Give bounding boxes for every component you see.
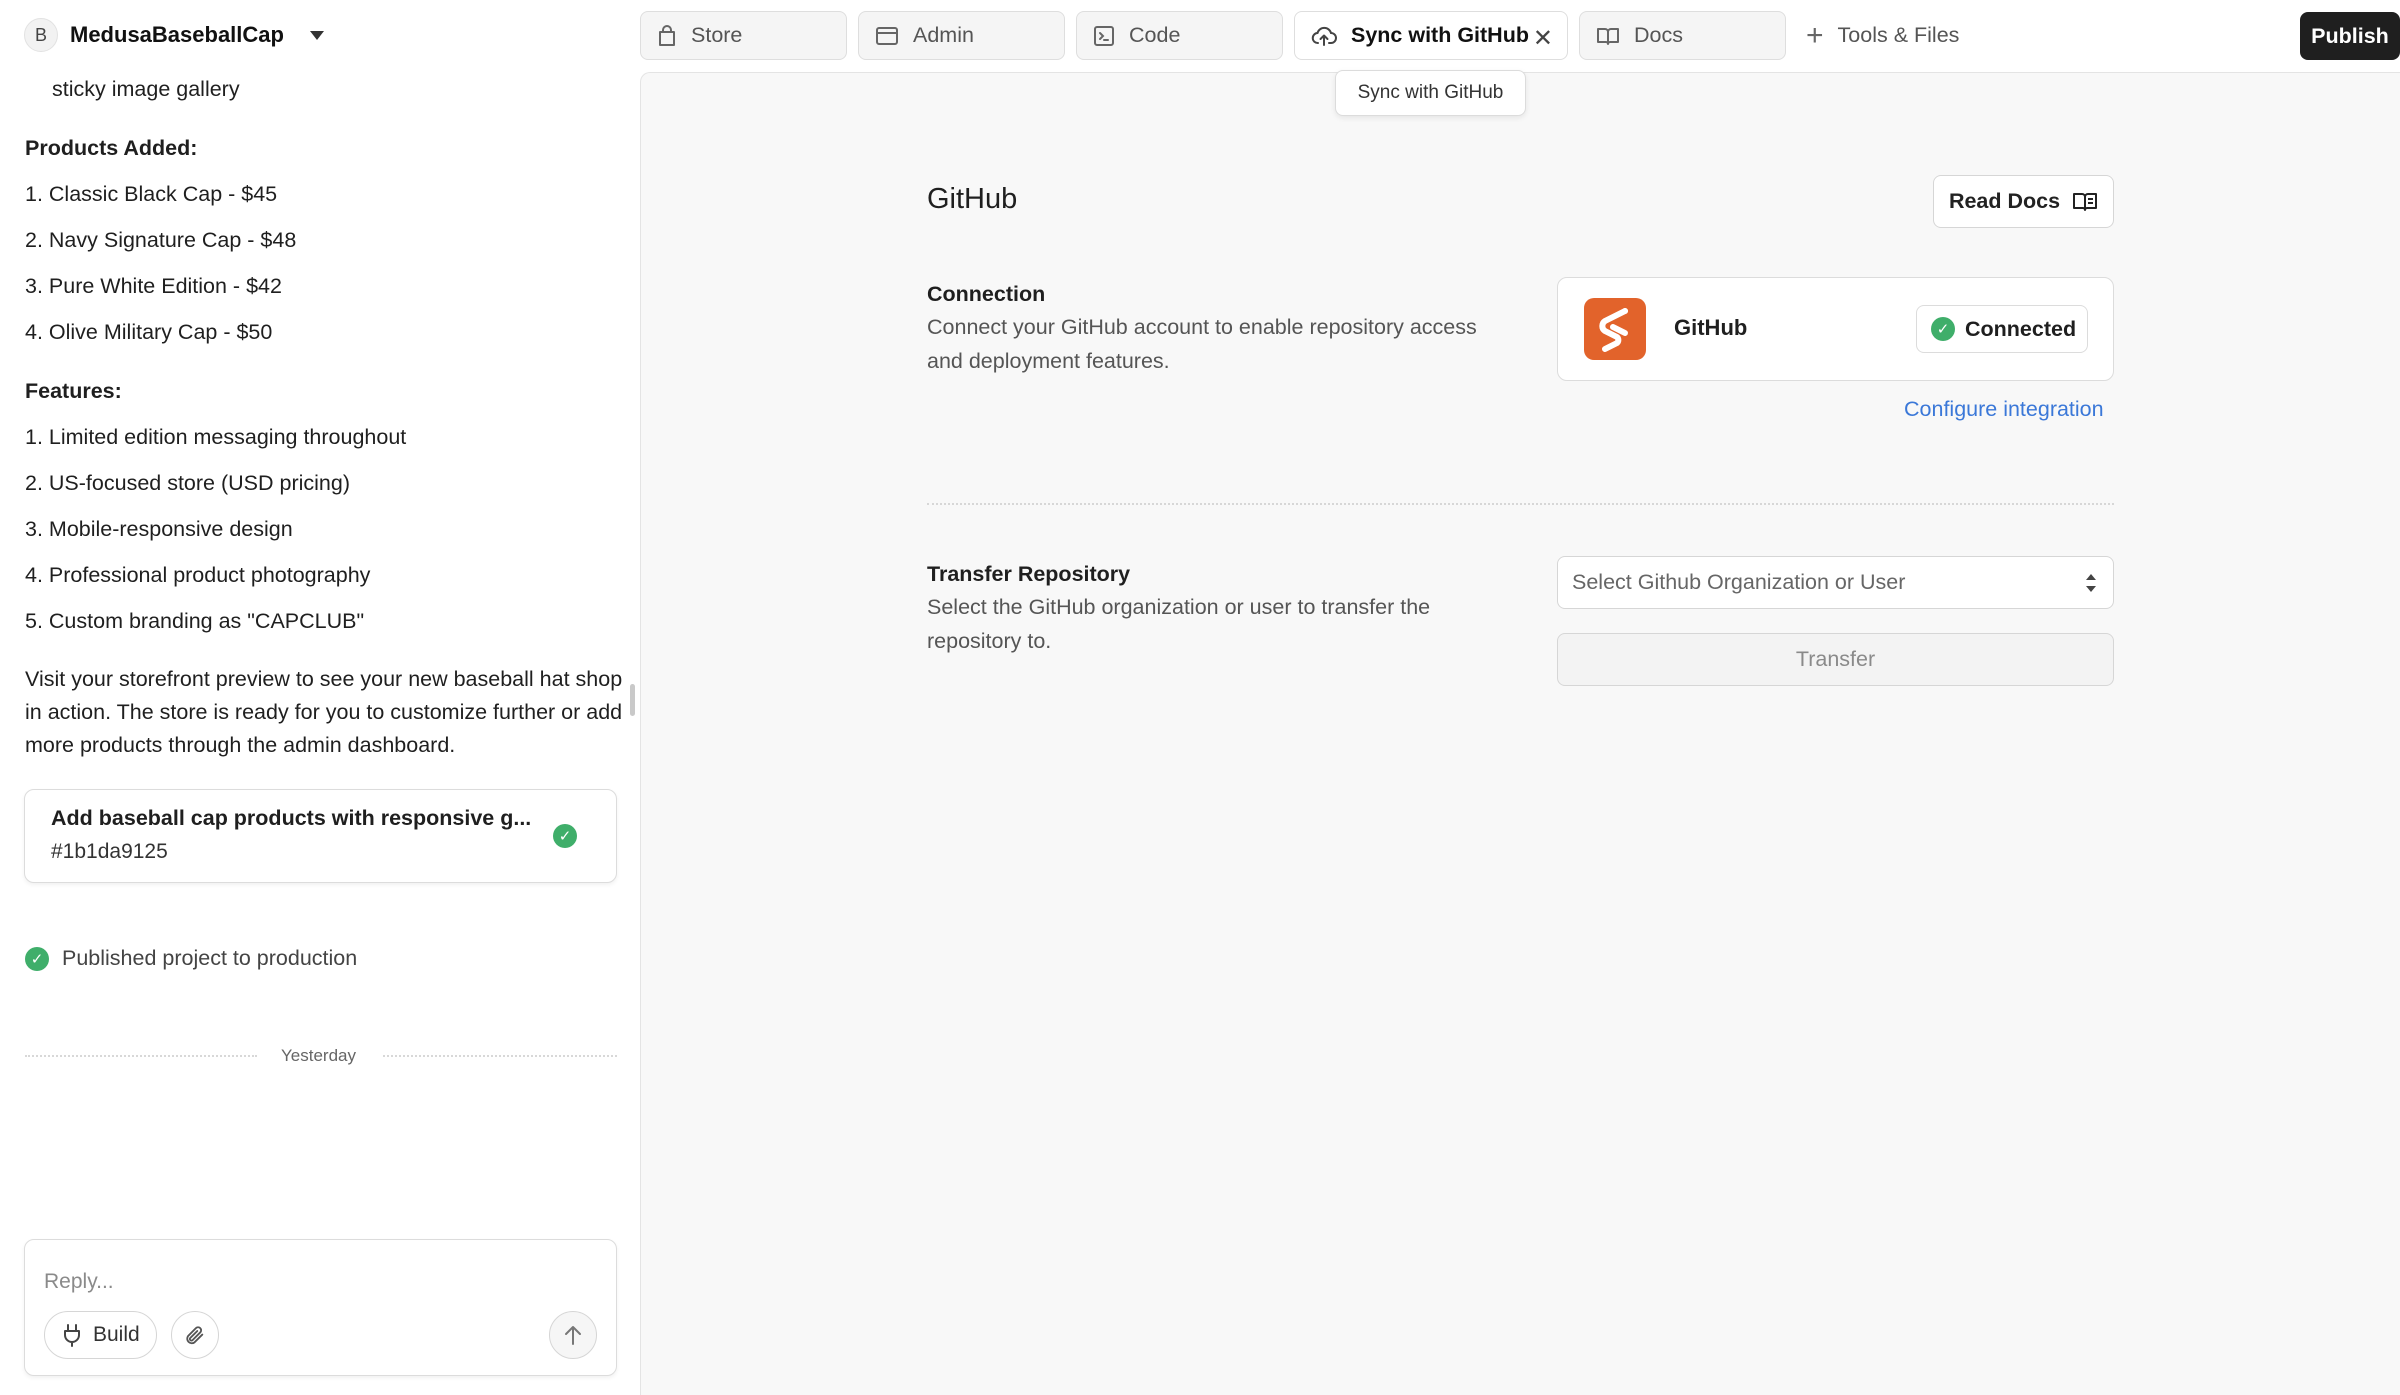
github-settings-panel — [640, 72, 2400, 1395]
message-composer: Build — [24, 1239, 617, 1376]
tab-label: Admin — [913, 23, 974, 47]
read-docs-label: Read Docs — [1948, 189, 2061, 213]
attach-button[interactable] — [171, 1311, 219, 1359]
book-icon — [1597, 27, 1619, 45]
list-item: 3. Pure White Edition - $42 — [25, 274, 282, 298]
list-item: 2. US-focused store (USD pricing) — [25, 471, 350, 495]
tab-store[interactable]: Store — [640, 11, 847, 60]
organization-select[interactable]: Select Github Organization or User — [1557, 556, 2114, 609]
check-circle-icon: ✓ — [553, 824, 577, 848]
terminal-icon — [1094, 25, 1114, 46]
chat-heading: Products Added: — [25, 136, 198, 160]
commit-title: Add baseball cap products with responsiv… — [51, 806, 532, 830]
github-app-logo — [1584, 298, 1646, 360]
commit-hash: #1b1da9125 — [51, 840, 168, 863]
list-item: 5. Custom branding as "CAPCLUB" — [25, 609, 365, 633]
github-connection-card: GitHub ✓ Connected — [1557, 277, 2114, 381]
date-divider-label: Yesterday — [281, 1046, 356, 1065]
plug-icon — [64, 1324, 80, 1347]
cloud-upload-icon — [1311, 26, 1337, 46]
status-text: Connected — [1965, 316, 2077, 341]
plus-icon: + — [1806, 18, 1824, 52]
chat-heading: Features: — [25, 379, 122, 403]
project-switcher[interactable]: B MedusaBaseballCap — [24, 16, 324, 54]
chevron-down-icon[interactable] — [309, 30, 324, 40]
tools-label: Tools & Files — [1837, 23, 1960, 47]
list-item: 1. Classic Black Cap - $45 — [25, 182, 278, 206]
panel-resize-handle[interactable] — [630, 684, 635, 716]
chat-paragraph: Visit your storefront preview to see you… — [25, 667, 623, 757]
app-window: B MedusaBaseballCap sticky image gallery… — [0, 0, 2400, 1395]
tab-label: Sync with GitHub — [1351, 23, 1529, 47]
tab-label: Code — [1129, 23, 1181, 47]
tab-admin[interactable]: Admin — [858, 11, 1065, 60]
transfer-description: Select the GitHub organization or user t… — [927, 595, 1431, 653]
tooltip: Sync with GitHub — [1335, 70, 1526, 116]
book-icon — [2073, 192, 2098, 211]
project-avatar: B — [24, 18, 58, 52]
window-icon — [876, 26, 898, 45]
project-name: MedusaBaseballCap — [70, 22, 284, 47]
list-item: 1. Limited edition messaging throughout — [25, 425, 407, 449]
close-icon[interactable]: ✕ — [1533, 24, 1553, 53]
tab-sync-github[interactable]: Sync with GitHub ✕ — [1294, 11, 1568, 60]
read-docs-button[interactable]: Read Docs — [1933, 175, 2114, 228]
provider-name: GitHub — [1674, 315, 1748, 340]
section-divider — [927, 503, 2114, 505]
chat-text: sticky image gallery — [52, 77, 240, 101]
list-item: 4. Professional product photography — [25, 563, 371, 587]
list-item: 3. Mobile-responsive design — [25, 517, 293, 541]
transfer-title: Transfer Repository — [927, 562, 1131, 586]
date-divider: Yesterday — [25, 1046, 617, 1066]
tab-label: Docs — [1634, 23, 1683, 47]
published-status: ✓ Published project to production — [25, 946, 357, 971]
connection-description: Connect your GitHub account to enable re… — [927, 315, 1477, 373]
publish-button[interactable]: Publish — [2300, 12, 2400, 60]
published-text: Published project to production — [62, 946, 358, 970]
build-label: Build — [93, 1323, 140, 1346]
configure-integration-link[interactable]: Configure integration — [1904, 397, 2104, 422]
send-button[interactable] — [549, 1311, 597, 1359]
chat-panel: B MedusaBaseballCap sticky image gallery… — [0, 0, 640, 1395]
tab-label: Store — [691, 23, 743, 47]
check-circle-icon: ✓ — [1931, 317, 1955, 341]
bag-icon — [659, 24, 675, 46]
page-title: GitHub — [927, 183, 1018, 215]
tab-docs[interactable]: Docs — [1579, 11, 1786, 60]
tools-files-button[interactable]: + Tools & Files — [1806, 11, 1959, 60]
arrow-up-icon — [565, 1326, 581, 1345]
chevron-updown-icon — [2086, 574, 2096, 592]
logo-icon — [1599, 308, 1628, 352]
list-item: 2. Navy Signature Cap - $48 — [25, 228, 297, 252]
check-circle-icon: ✓ — [25, 946, 49, 971]
reply-input[interactable] — [44, 1270, 584, 1294]
tab-code[interactable]: Code — [1076, 11, 1283, 60]
divider-line — [25, 1055, 257, 1057]
transfer-button[interactable]: Transfer — [1557, 633, 2114, 686]
divider-line — [383, 1055, 617, 1057]
commit-card[interactable]: Add baseball cap products with responsiv… — [24, 789, 617, 883]
list-item: 4. Olive Military Cap - $50 — [25, 320, 273, 344]
status-badge: ✓ Connected — [1916, 305, 2088, 353]
paperclip-icon — [186, 1326, 204, 1345]
select-placeholder: Select Github Organization or User — [1572, 570, 1906, 594]
connection-title: Connection — [927, 282, 1046, 306]
build-mode-button[interactable]: Build — [44, 1311, 157, 1359]
